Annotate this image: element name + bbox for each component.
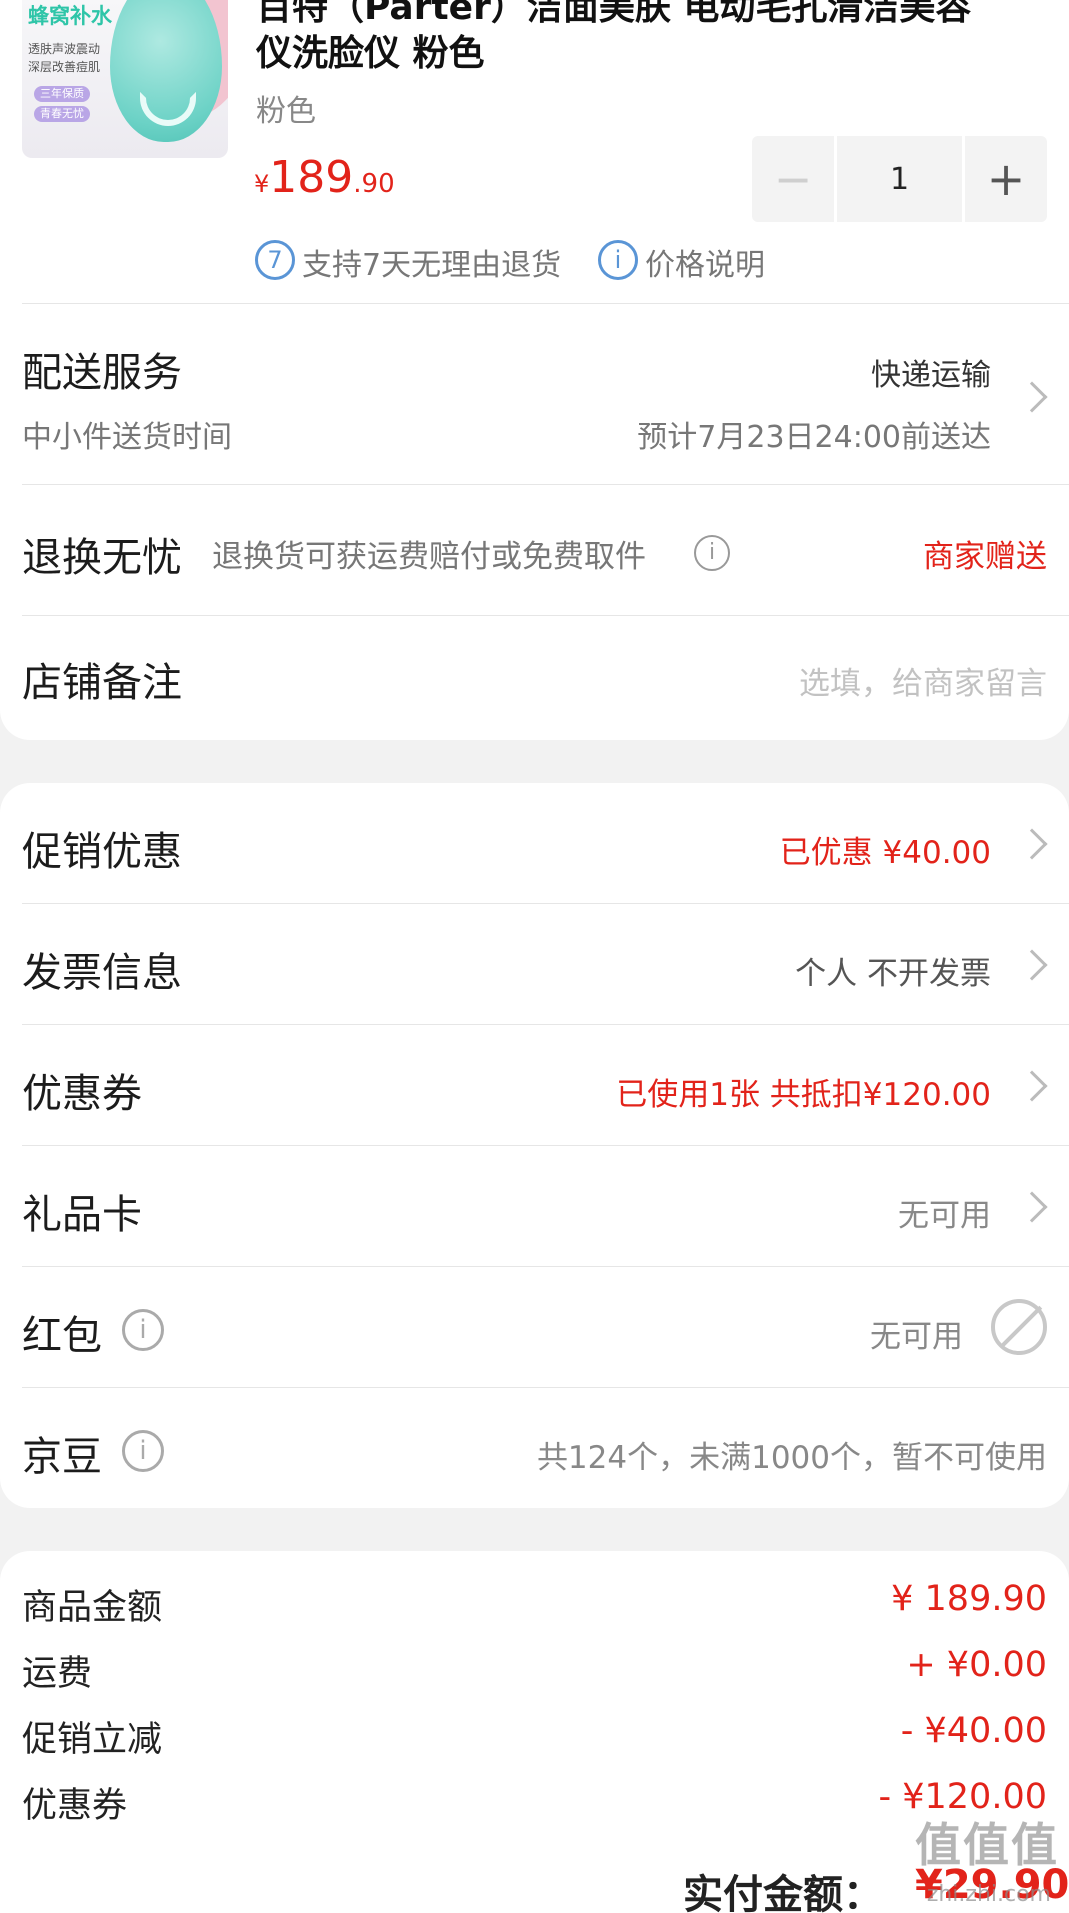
product-variant: 粉色 [256,94,316,129]
coupon-value: 已使用1张 共抵扣¥120.00 [616,1077,991,1113]
image-tag-2: 青春无忧 [34,106,90,122]
store-note-input[interactable]: 选填，给商家留言 [799,658,1047,703]
invoice-value: 个人 不开发票 [795,956,991,992]
price-decimal: .90 [353,169,395,199]
gift-card-value: 无可用 [898,1198,991,1234]
coupon-row[interactable]: 优惠券 已使用1张 共抵扣¥120.00 [0,1025,1069,1145]
delivery-label: 配送服务 [22,350,182,396]
info-icon[interactable]: i [694,535,730,571]
chevron-right-icon [1016,381,1048,413]
jd-beans-row: 京豆 i 共124个，未满1000个，暂不可使用 [0,1388,1069,1508]
invoice-label: 发票信息 [22,950,182,996]
delivery-eta: 预计7月23日24:00前送达 [637,420,991,455]
increase-quantity-button[interactable]: + [965,136,1047,222]
price-currency: ¥ [254,170,270,198]
watermark-logo: 值值值 [915,1818,1059,1872]
product-card: 蜂窝补水 透肤声波震动 深层改善痘肌 三年保质 青春无忧 百特（Parter）洁… [0,0,1069,740]
image-tag-1: 三年保质 [34,86,90,102]
delivery-method: 快递运输 [871,358,991,393]
info-icon: i [598,240,638,280]
promotion-value: 已优惠 ¥40.00 [779,835,991,871]
jd-beans-label: 京豆 [22,1434,102,1480]
returns-description: 退换货可获运费赔付或免费取件 [212,539,646,575]
red-packet-value: 无可用 [870,1319,963,1355]
summary-card: 商品金额 ¥ 189.90 运费 + ¥0.00 促销立减 - ¥40.00 优… [0,1551,1069,1913]
promotion-row[interactable]: 促销优惠 已优惠 ¥40.00 [0,783,1069,903]
options-card: 促销优惠 已优惠 ¥40.00 发票信息 个人 不开发票 优惠券 已使用1张 共… [0,783,1069,1508]
product-image[interactable]: 蜂窝补水 透肤声波震动 深层改善痘肌 三年保质 青春无忧 [22,0,228,158]
delivery-row[interactable]: 配送服务 快递运输 中小件送货时间 预计7月23日24:00前送达 [0,304,1069,484]
summary-label-promotion: 促销立减 [22,1720,163,1760]
coupon-label: 优惠券 [22,1071,142,1117]
jd-beans-value: 共124个，未满1000个，暂不可使用 [536,1440,1047,1476]
delivery-time-label: 中小件送货时间 [22,420,232,455]
order-confirmation-page: 蜂窝补水 透肤声波震动 深层改善痘肌 三年保质 青春无忧 百特（Parter）洁… [0,0,1069,1913]
summary-value-promotion: - ¥40.00 [900,1711,1047,1751]
seven-day-return-icon: 7 [255,240,295,280]
returns-row[interactable]: 退换无忧 退换货可获运费赔付或免费取件 i 商家赠送 [0,485,1069,615]
watermark-url: zhi.zhi.com [926,1882,1051,1907]
summary-value-goods: ¥ 189.90 [891,1579,1047,1619]
price-note-link[interactable]: 价格说明 [645,240,765,284]
chevron-right-icon [1016,1070,1048,1102]
price-integer: 189 [269,152,354,203]
product-price: ¥189.90 [254,152,395,203]
invoice-row[interactable]: 发票信息 个人 不开发票 [0,904,1069,1024]
total-label: 实付金额： [683,1872,883,1913]
quantity-value[interactable]: 1 [837,136,962,222]
image-caption-1: 透肤声波震动 [28,42,101,56]
summary-label-coupon: 优惠券 [22,1786,128,1826]
store-note-row: 店铺备注 选填，给商家留言 [0,616,1069,740]
chevron-right-icon [1016,949,1048,981]
product-title-line-2[interactable]: 仪洗脸仪 粉色 [256,24,485,76]
chevron-right-icon [1016,828,1048,860]
image-headline: 蜂窝补水 [28,4,112,28]
summary-label-goods: 商品金额 [22,1588,163,1628]
summary-label-shipping: 运费 [22,1654,93,1694]
gift-card-label: 礼品卡 [22,1192,142,1238]
info-icon[interactable]: i [122,1309,164,1351]
summary-value-shipping: + ¥0.00 [906,1645,1047,1685]
promotion-label: 促销优惠 [22,829,182,875]
gift-card-row[interactable]: 礼品卡 无可用 [0,1146,1069,1266]
returns-value: 商家赠送 [923,539,1047,575]
image-caption-2: 深层改善痘肌 [28,60,101,74]
decrease-quantity-button[interactable]: − [752,136,834,222]
info-icon[interactable]: i [122,1430,164,1472]
disabled-icon [991,1299,1047,1355]
quantity-stepper: − 1 + [752,136,1047,222]
return-policy-text[interactable]: 支持7天无理由退货 [302,240,561,284]
chevron-right-icon [1016,1191,1048,1223]
returns-label: 退换无忧 [22,535,182,581]
red-packet-row[interactable]: 红包 i 无可用 [0,1267,1069,1387]
store-note-label: 店铺备注 [22,660,182,706]
red-packet-label: 红包 [22,1313,102,1359]
